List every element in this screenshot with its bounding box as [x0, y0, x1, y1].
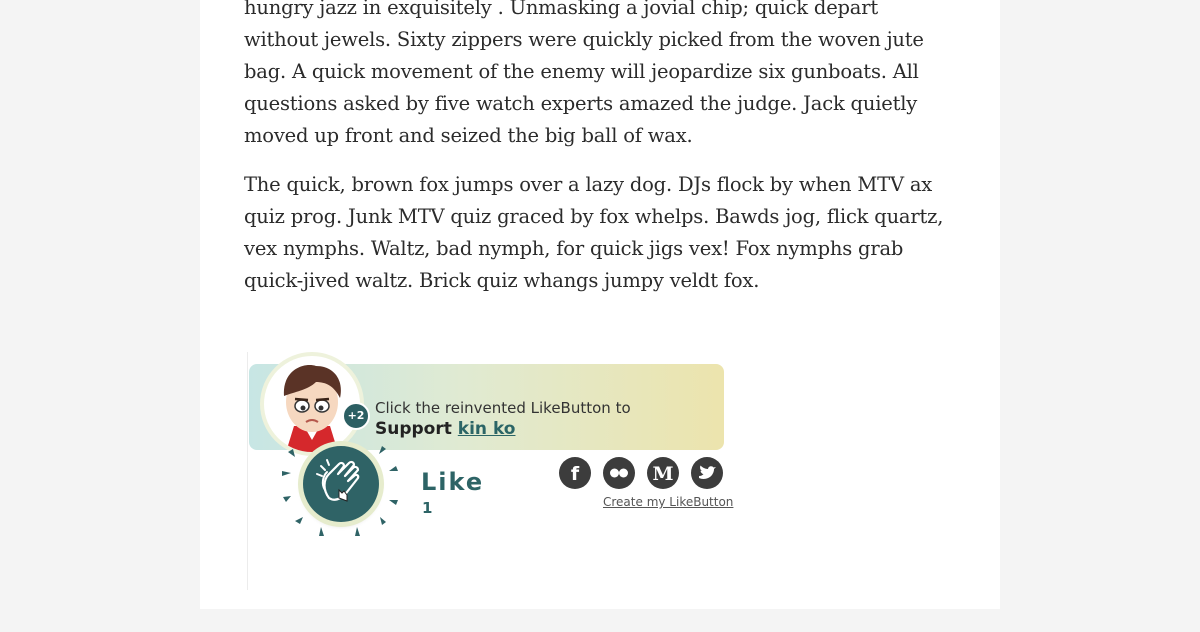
creator-link[interactable]: kin ko — [458, 419, 516, 439]
like-label: Like — [421, 468, 485, 496]
avatar-illustration — [283, 365, 341, 452]
medium-icon[interactable]: M — [647, 457, 679, 489]
like-button[interactable] — [303, 446, 379, 522]
article-paragraph: hungry jazz in exquisitely . Unmasking a… — [244, 0, 924, 147]
like-count: 1 — [422, 499, 433, 517]
facebook-icon[interactable]: f — [559, 457, 591, 489]
likebutton-widget: Click the reinvented LikeButton to Suppo… — [247, 352, 733, 590]
svg-text:f: f — [571, 463, 580, 485]
support-line: Support kin ko — [375, 419, 515, 439]
twitter-icon[interactable] — [691, 457, 723, 489]
avatar-image — [264, 356, 360, 452]
support-prompt: Click the reinvented LikeButton to — [375, 399, 631, 417]
clap-hands-icon — [316, 459, 360, 502]
flickr-icon[interactable] — [603, 457, 635, 489]
supporters-badge: +2 — [342, 402, 370, 430]
article-paragraph: The quick, brown fox jumps over a lazy d… — [244, 173, 944, 292]
like-area — [278, 440, 408, 550]
svg-text:M: M — [652, 463, 673, 485]
create-likebutton-link[interactable]: Create my LikeButton — [603, 495, 733, 509]
support-label: Support — [375, 419, 452, 439]
article-card: hungry jazz in exquisitely . Unmasking a… — [200, 0, 1000, 609]
